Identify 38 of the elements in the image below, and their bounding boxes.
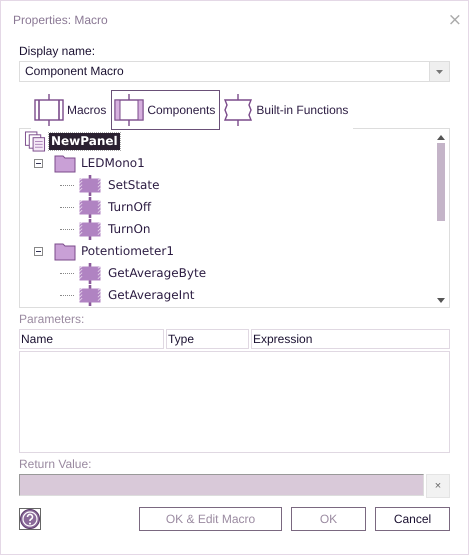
column-header[interactable]: Type [166, 329, 249, 349]
return-value-field[interactable] [19, 474, 424, 496]
tree-item[interactable]: LEDMono1 [79, 154, 147, 172]
macro-block-icon [77, 262, 103, 284]
tree-item[interactable]: TurnOn [106, 220, 152, 238]
window-title: Properties: Macro [13, 13, 108, 27]
collapse-toggle[interactable] [34, 246, 43, 256]
macro-block-icon [77, 218, 103, 240]
folder-icon [54, 241, 76, 261]
column-header[interactable]: Name [19, 329, 164, 349]
tree-item[interactable]: SetState [106, 176, 162, 194]
scroll-down-icon[interactable] [437, 298, 445, 303]
macro-block-icon [77, 284, 103, 306]
return-value-label: Return Value: [19, 457, 92, 471]
tab[interactable]: Components [111, 90, 220, 130]
component-block-icon [114, 94, 144, 126]
tree-item[interactable]: Potentiometer1 [79, 242, 176, 260]
display-name-dropdown[interactable]: Component Macro [19, 61, 450, 82]
column-header[interactable]: Expression [251, 329, 450, 349]
collapse-toggle[interactable] [34, 158, 43, 168]
function-block-icon [223, 94, 254, 126]
scroll-up-icon[interactable] [437, 135, 445, 140]
tree-item[interactable]: GetAverageInt [106, 286, 197, 304]
dropdown-arrow-icon [436, 70, 443, 74]
clear-button[interactable]: × [426, 474, 450, 498]
pages-icon [24, 130, 46, 152]
folder-icon [54, 153, 76, 173]
scrollbar-thumb[interactable] [437, 143, 445, 221]
display-name-label: Display name: [19, 44, 96, 58]
macro-block-icon [77, 196, 103, 218]
tree-item[interactable]: NewPanel [49, 132, 120, 150]
tree-item[interactable]: GetAverageByte [106, 264, 208, 282]
macro-block-icon [77, 174, 103, 196]
dialog-button[interactable]: Cancel [375, 507, 450, 531]
macro-block-icon [34, 94, 64, 126]
tree-item[interactable]: TurnOff [106, 198, 154, 216]
help-icon[interactable] [19, 508, 41, 530]
parameters-label: Parameters: [19, 312, 86, 326]
